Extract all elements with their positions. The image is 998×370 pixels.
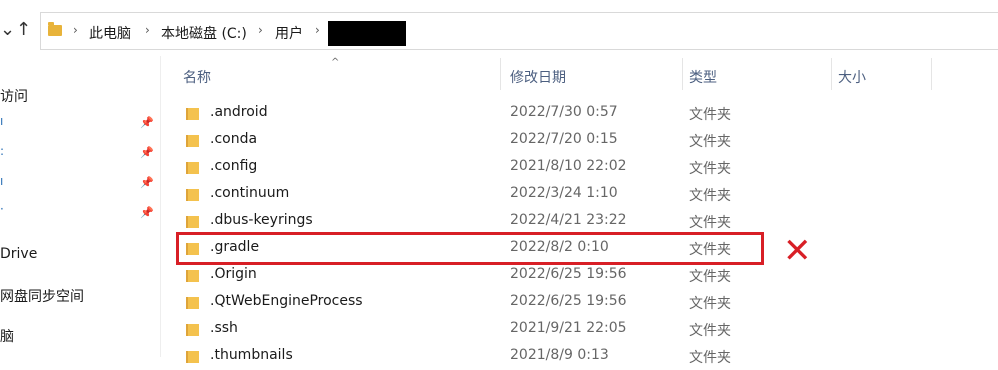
file-name: .QtWebEngineProcess [210, 293, 363, 309]
chevron-right-icon[interactable]: › [315, 23, 320, 37]
column-divider[interactable] [500, 58, 501, 90]
file-date: 2022/7/30 0:57 [510, 104, 618, 120]
column-divider[interactable] [931, 58, 932, 90]
folder-icon [186, 270, 199, 282]
cross-mark-icon: ✕ [783, 231, 812, 271]
pin-icon: 📌 [140, 176, 154, 189]
nav-item-fragment[interactable]: · [0, 202, 4, 216]
file-type: 文件夹 [689, 323, 731, 339]
dropdown-arrow-icon[interactable]: ⌄ [0, 19, 15, 40]
nav-item-fragment[interactable]: : [0, 144, 4, 158]
file-name: .Origin [210, 266, 257, 282]
file-row[interactable]: .config 2021/8/10 22:02 文件夹 [176, 154, 998, 181]
nav-item-this-pc[interactable]: 脑 [0, 326, 14, 346]
file-date: 2022/6/25 19:56 [510, 266, 627, 282]
breadcrumb-local-disk[interactable]: 本地磁盘 (C:) [161, 23, 247, 43]
pin-icon: 📌 [140, 146, 154, 159]
folder-icon [186, 216, 199, 228]
file-name: .continuum [210, 185, 290, 201]
file-date: 2022/6/25 19:56 [510, 293, 627, 309]
file-date: 2021/8/9 0:13 [510, 347, 609, 363]
file-type: 文件夹 [689, 107, 731, 123]
file-name: .ssh [210, 320, 238, 336]
address-bar[interactable]: › 此电脑 › 本地磁盘 (C:) › 用户 › [40, 12, 998, 50]
chevron-right-icon[interactable]: › [73, 23, 78, 37]
file-date: 2022/4/21 23:22 [510, 212, 627, 228]
file-name: .conda [210, 131, 258, 147]
highlight-annotation-box [176, 232, 764, 265]
column-header-date[interactable]: 修改日期 [510, 67, 566, 87]
column-header-type[interactable]: 类型 [689, 67, 717, 87]
folder-icon [186, 135, 199, 147]
column-divider[interactable] [682, 58, 683, 90]
file-date: 2022/3/24 1:10 [510, 185, 618, 201]
column-header-size[interactable]: 大小 [838, 67, 866, 87]
file-type: 文件夹 [689, 134, 731, 150]
folder-icon [186, 108, 199, 120]
up-arrow-icon[interactable]: ↑ [16, 19, 31, 40]
file-name: .config [210, 158, 258, 174]
chevron-right-icon[interactable]: › [258, 23, 263, 37]
file-row[interactable]: .dbus-keyrings 2022/4/21 23:22 文件夹 [176, 208, 998, 235]
chevron-right-icon[interactable]: › [145, 23, 150, 37]
file-type: 文件夹 [689, 161, 731, 177]
file-type: 文件夹 [689, 215, 731, 231]
folder-icon [186, 351, 199, 363]
file-name: .dbus-keyrings [210, 212, 313, 228]
pin-icon: 📌 [140, 116, 154, 129]
file-name: .android [210, 104, 268, 120]
file-row[interactable]: .QtWebEngineProcess 2022/6/25 19:56 文件夹 [176, 289, 998, 316]
folder-icon [186, 297, 199, 309]
navigation-pane: 访问 ı 📌 : 📌 ı 📌 · 📌 Drive 网盘同步空间 脑 [0, 56, 160, 357]
folder-icon [186, 162, 199, 174]
file-type: 文件夹 [689, 296, 731, 312]
file-row[interactable]: .ssh 2021/9/21 22:05 文件夹 [176, 316, 998, 343]
file-row[interactable]: .Origin 2022/6/25 19:56 文件夹 [176, 262, 998, 289]
column-header-name[interactable]: 名称 [183, 67, 211, 87]
file-row[interactable]: .conda 2022/7/20 0:15 文件夹 [176, 127, 998, 154]
file-date: 2022/7/20 0:15 [510, 131, 618, 147]
nav-item-quick-access[interactable]: 访问 [0, 86, 28, 106]
file-type: 文件夹 [689, 269, 731, 285]
nav-item-fragment[interactable]: ı [0, 114, 3, 128]
redacted-username [328, 21, 406, 46]
file-date: 2021/8/10 22:02 [510, 158, 627, 174]
pane-divider[interactable] [160, 56, 161, 357]
file-row[interactable]: .continuum 2022/3/24 1:10 文件夹 [176, 181, 998, 208]
folder-icon [186, 324, 199, 336]
file-date: 2021/9/21 22:05 [510, 320, 627, 336]
nav-item-onedrive[interactable]: Drive [0, 246, 37, 262]
column-divider[interactable] [831, 58, 832, 90]
folder-icon [186, 189, 199, 201]
breadcrumb-this-pc[interactable]: 此电脑 [89, 23, 131, 43]
pin-icon: 📌 [140, 206, 154, 219]
sort-ascending-icon: ^ [331, 57, 340, 68]
file-type: 文件夹 [689, 350, 731, 366]
file-row[interactable]: .android 2022/7/30 0:57 文件夹 [176, 100, 998, 127]
breadcrumb-users[interactable]: 用户 [275, 23, 303, 43]
folder-icon [48, 22, 62, 36]
nav-item-netdisk-sync[interactable]: 网盘同步空间 [0, 286, 84, 306]
file-name: .thumbnails [210, 347, 293, 363]
nav-item-fragment[interactable]: ı [0, 174, 3, 188]
file-type: 文件夹 [689, 188, 731, 204]
